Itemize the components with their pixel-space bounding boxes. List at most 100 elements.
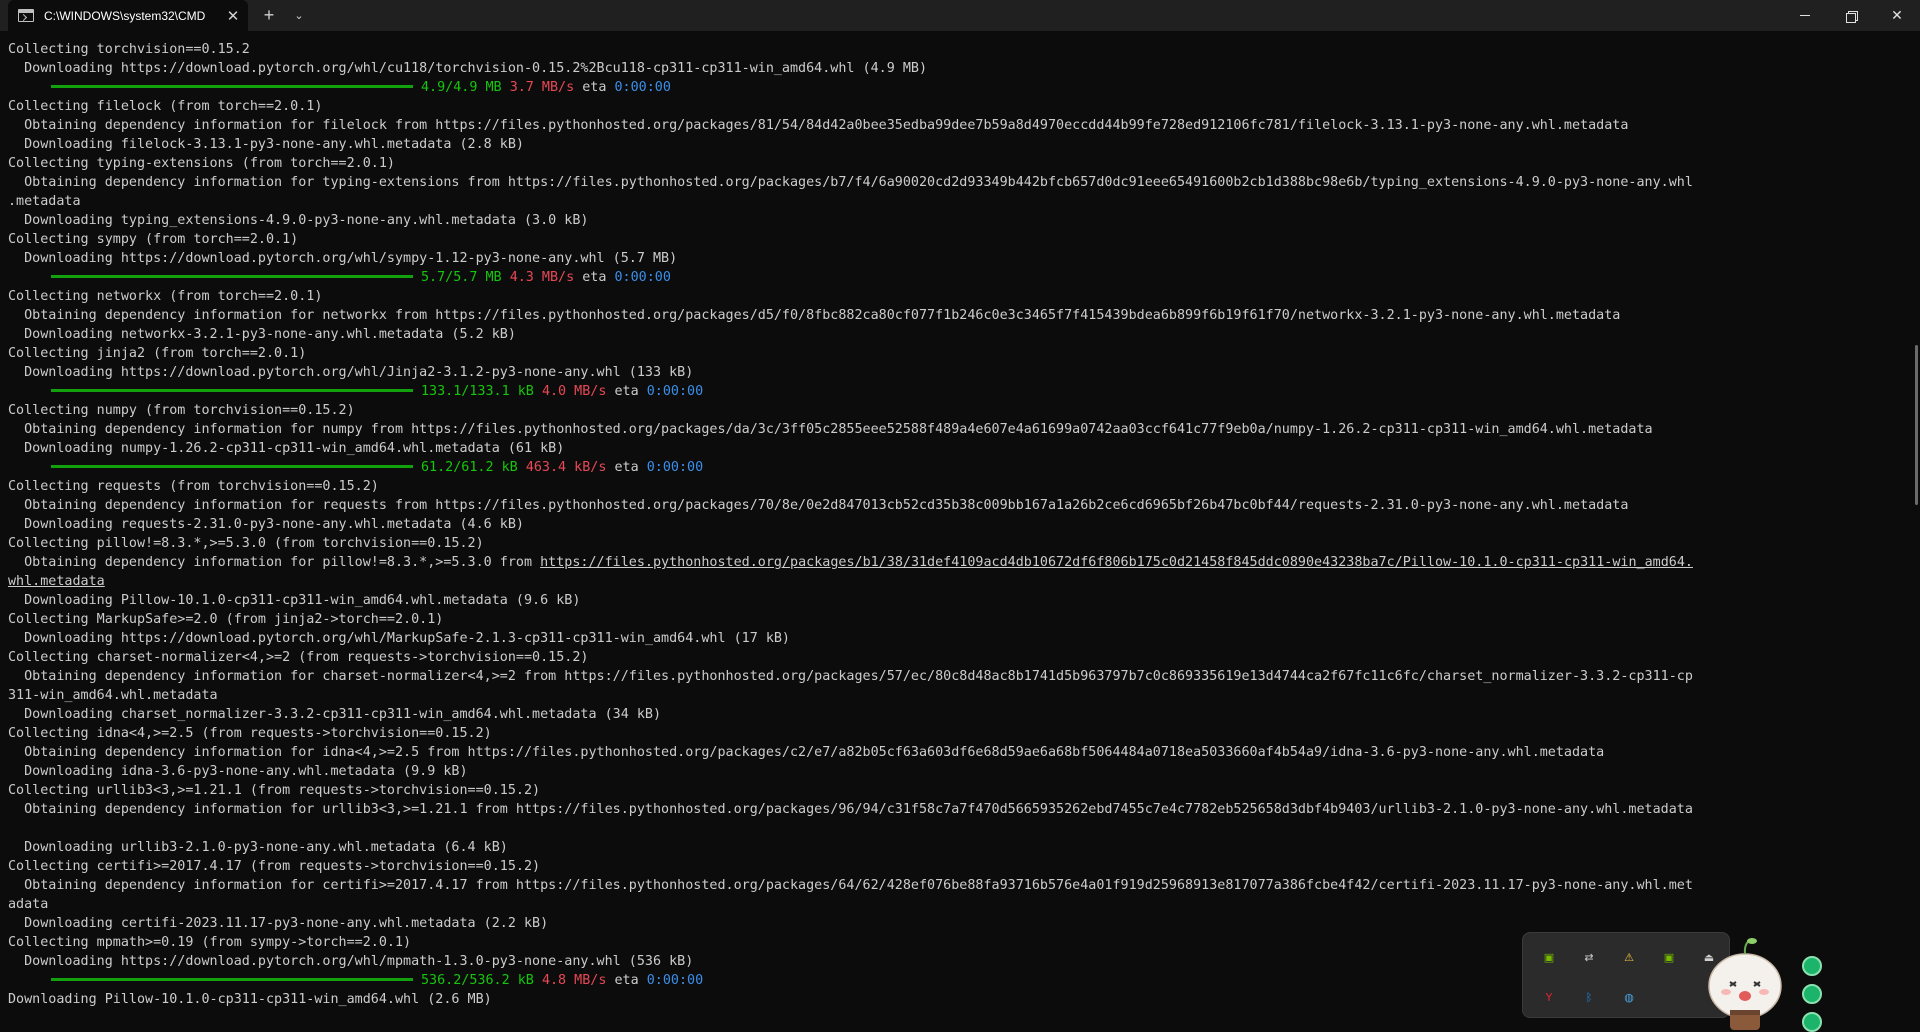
restore-icon <box>1846 10 1858 23</box>
output-line: 311-win_amd64.whl.metadata <box>8 688 218 703</box>
title-bar: C:\WINDOWS\system32\CMD ✕ + ⌄ ✕ <box>0 0 1920 31</box>
youdao-dictionary-icon[interactable]: Y <box>1538 986 1560 1008</box>
progress-eta: 0:00:00 <box>646 384 704 399</box>
output-line: Downloading filelock-3.13.1-py3-none-any… <box>8 137 524 152</box>
output-line: Collecting networkx (from torch==2.0.1) <box>8 289 323 304</box>
minimize-button[interactable] <box>1782 0 1828 31</box>
wechat-icon[interactable] <box>1802 984 1822 1004</box>
output-line: Collecting typing-extensions (from torch… <box>8 156 395 171</box>
output-line: Obtaining dependency information for url… <box>8 802 1693 817</box>
nvidia-broadcast-icon[interactable]: ▣ <box>1658 946 1680 968</box>
progress-eta-label: eta <box>582 80 607 95</box>
progress-line: 61.2/61.2 kB 463.4 kB/s eta 0:00:00 <box>8 458 1898 477</box>
output-line: Obtaining dependency information for fil… <box>8 118 1629 133</box>
output-line: Collecting numpy (from torchvision==0.15… <box>8 403 355 418</box>
progress-bar <box>51 84 413 88</box>
output-line: adata <box>8 897 49 912</box>
output-line: Obtaining dependency information for typ… <box>8 175 1693 190</box>
progress-eta: 0:00:00 <box>646 460 704 475</box>
progress-eta-label: eta <box>582 270 607 285</box>
progress-speed: 4.8 MB/s <box>541 973 607 988</box>
progress-size: 61.2/61.2 kB <box>421 460 518 475</box>
terminal-output[interactable]: Collecting torchvision==0.15.2 Downloadi… <box>8 40 1898 1030</box>
chevron-down-icon[interactable]: ⌄ <box>286 0 312 31</box>
output-line: whl.metadata <box>8 572 1898 591</box>
mascot-sticker-icon <box>1708 938 1782 1030</box>
output-line: Obtaining dependency information for num… <box>8 422 1653 437</box>
output-line: Downloading charset_normalizer-3.3.2-cp3… <box>8 707 662 722</box>
output-link[interactable]: whl.metadata <box>8 574 105 589</box>
progress-line: 133.1/133.1 kB 4.0 MB/s eta 0:00:00 <box>8 382 1898 401</box>
output-line: Downloading networkx-3.2.1-py3-none-any.… <box>8 327 516 342</box>
scrollbar[interactable] <box>1915 345 1918 505</box>
progress-size: 4.9/4.9 MB <box>421 80 502 95</box>
minimize-icon <box>1800 15 1810 16</box>
progress-bar <box>51 464 413 468</box>
progress-size: 536.2/536.2 kB <box>421 973 534 988</box>
progress-bar <box>51 388 413 392</box>
output-line: Downloading certifi-2023.11.17-py3-none-… <box>8 916 549 931</box>
progress-size: 5.7/5.7 MB <box>421 270 502 285</box>
wechat-icon[interactable] <box>1802 1012 1822 1032</box>
network-settings-icon[interactable]: ⇄ <box>1578 946 1600 968</box>
output-line: Obtaining dependency information for cha… <box>8 669 1693 684</box>
plus-icon[interactable]: + <box>252 0 286 31</box>
progress-line: 4.9/4.9 MB 3.7 MB/s eta 0:00:00 <box>8 78 1898 97</box>
output-line: Obtaining dependency information for pil… <box>8 553 1898 572</box>
output-line: Downloading https://download.pytorch.org… <box>8 61 928 76</box>
output-line: Collecting certifi>=2017.4.17 (from requ… <box>8 859 541 874</box>
output-line: Collecting sympy (from torch==2.0.1) <box>8 232 299 247</box>
output-text: Obtaining dependency information for pil… <box>8 555 541 570</box>
output-line: Collecting MarkupSafe>=2.0 (from jinja2-… <box>8 612 444 627</box>
progress-speed: 463.4 kB/s <box>525 460 607 475</box>
progress-bar <box>51 977 413 981</box>
windows-security-warning-icon[interactable]: ⚠ <box>1618 946 1640 968</box>
output-line: Collecting charset-normalizer<4,>=2 (fro… <box>8 650 589 665</box>
output-line: Downloading https://download.pytorch.org… <box>8 631 790 646</box>
progress-line: 5.7/5.7 MB 4.3 MB/s eta 0:00:00 <box>8 268 1898 287</box>
output-line: Collecting jinja2 (from torch==2.0.1) <box>8 346 307 361</box>
output-line: Downloading urllib3-2.1.0-py3-none-any.w… <box>8 840 508 855</box>
progress-eta-label: eta <box>614 973 639 988</box>
output-line: Obtaining dependency information for cer… <box>8 878 1693 893</box>
progress-eta: 0:00:00 <box>646 973 704 988</box>
output-line: Collecting filelock (from torch==2.0.1) <box>8 99 323 114</box>
output-line: Collecting idna<4,>=2.5 (from requests->… <box>8 726 492 741</box>
terminal-icon <box>18 9 34 22</box>
output-line: Downloading Pillow-10.1.0-cp311-cp311-wi… <box>8 593 581 608</box>
close-icon[interactable]: ✕ <box>222 7 244 25</box>
maximize-button[interactable] <box>1828 0 1874 31</box>
output-line: Downloading typing_extensions-4.9.0-py3-… <box>8 213 589 228</box>
output-line: Collecting urllib3<3,>=1.21.1 (from requ… <box>8 783 541 798</box>
output-line: Collecting torchvision==0.15.2 <box>8 42 250 57</box>
close-icon: ✕ <box>1891 7 1903 23</box>
output-line: Downloading https://download.pytorch.org… <box>8 251 678 266</box>
close-button[interactable]: ✕ <box>1874 0 1920 31</box>
output-line: Downloading https://download.pytorch.org… <box>8 365 694 380</box>
tab-cmd[interactable]: C:\WINDOWS\system32\CMD ✕ <box>8 0 248 31</box>
progress-speed: 4.0 MB/s <box>541 384 607 399</box>
output-line: Downloading requests-2.31.0-py3-none-any… <box>8 517 524 532</box>
wechat-icon[interactable] <box>1802 956 1822 976</box>
output-line: Downloading numpy-1.26.2-cp311-cp311-win… <box>8 441 565 456</box>
output-line: Collecting requests (from torchvision==0… <box>8 479 379 494</box>
tray-overflow-popup: ▣ ⇄ ⚠ ▣ ⏏ Y ᛒ ◍ <box>1522 932 1730 1018</box>
output-line: Collecting pillow!=8.3.*,>=5.3.0 (from t… <box>8 536 484 551</box>
progress-size: 133.1/133.1 kB <box>421 384 534 399</box>
nvidia-icon[interactable]: ▣ <box>1538 946 1560 968</box>
progress-eta: 0:00:00 <box>614 80 671 95</box>
progress-speed: 4.3 MB/s <box>509 270 575 285</box>
output-line: Downloading idna-3.6-py3-none-any.whl.me… <box>8 764 468 779</box>
progress-eta: 0:00:00 <box>614 270 671 285</box>
output-line: Obtaining dependency information for net… <box>8 308 1621 323</box>
output-line: Obtaining dependency information for idn… <box>8 745 1605 760</box>
progress-bar <box>51 274 413 278</box>
network-globe-icon[interactable]: ◍ <box>1618 986 1640 1008</box>
output-line: .metadata <box>8 194 81 209</box>
progress-speed: 3.7 MB/s <box>509 80 575 95</box>
output-line: Obtaining dependency information for req… <box>8 498 1629 513</box>
output-link[interactable]: https://files.pythonhosted.org/packages/… <box>540 555 1693 570</box>
tab-title: C:\WINDOWS\system32\CMD <box>44 8 206 23</box>
bluetooth-icon[interactable]: ᛒ <box>1578 986 1600 1008</box>
